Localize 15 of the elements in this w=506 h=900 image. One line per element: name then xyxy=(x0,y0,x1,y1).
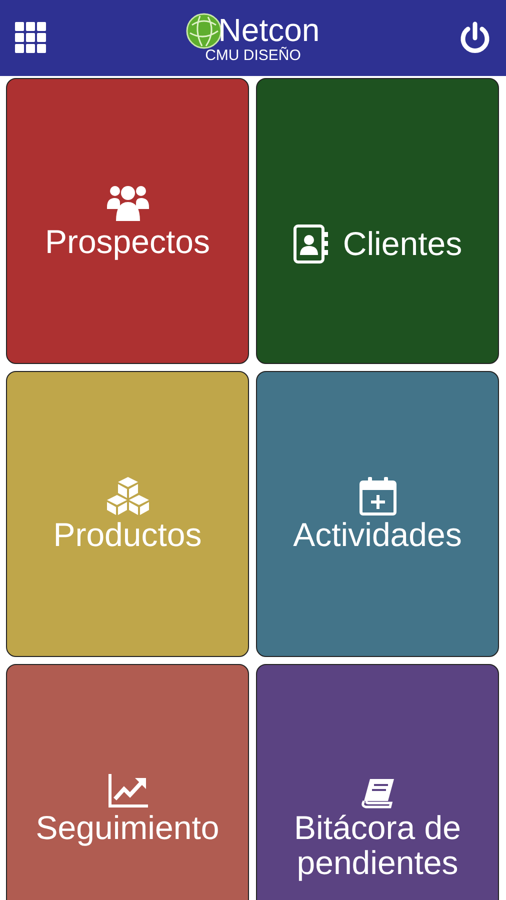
company-name: CMU DISEÑO xyxy=(205,47,301,64)
app-name: Netcon xyxy=(218,12,320,48)
menu-tile[interactable]: Actividades xyxy=(256,371,499,657)
book-icon xyxy=(360,777,396,809)
people-icon xyxy=(106,183,150,223)
contact-book-icon xyxy=(292,224,329,264)
menu-tile[interactable]: Seguimiento xyxy=(6,664,249,900)
cubes-icon xyxy=(104,476,150,516)
line-chart-icon xyxy=(106,773,148,809)
menu-tile[interactable]: Clientes xyxy=(256,78,499,364)
grid-icon xyxy=(15,22,47,54)
menu-tile[interactable]: Bitácora de pendientes xyxy=(256,664,499,900)
globe-logo-icon xyxy=(186,12,222,48)
menu-tile[interactable]: Prospectos xyxy=(6,78,249,364)
calendar-plus-icon xyxy=(358,476,396,516)
